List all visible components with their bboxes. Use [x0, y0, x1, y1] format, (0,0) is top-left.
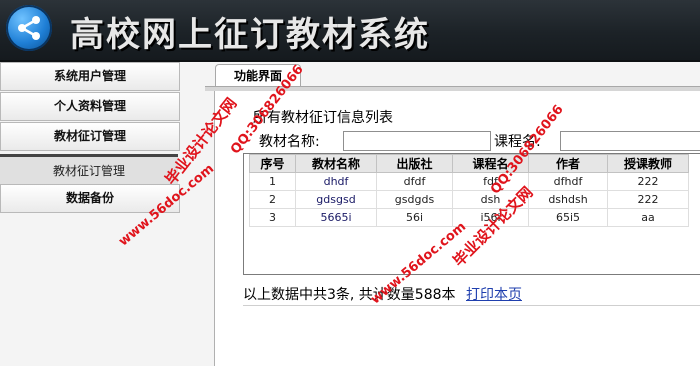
cell-publisher: gsdgds [376, 190, 453, 209]
footer-divider [243, 305, 700, 306]
main-panel: 功能界面 所有教材征订信息列表 教材名称: 课程名: 序号 教材名称 出版社 课… [205, 64, 700, 366]
cell-author: dshdsh [528, 190, 608, 209]
sidebar-item-profile[interactable]: 个人资料管理 [0, 92, 180, 121]
course-name-label: 课程名: [494, 134, 541, 150]
app-title: 高校网上征订教材系统 [70, 15, 430, 55]
table-header-row: 序号 教材名称 出版社 课程名 作者 授课教师 [249, 154, 689, 173]
cell-publisher: dfdf [376, 172, 453, 191]
cell-course: i56i [452, 208, 529, 227]
tab-function[interactable]: 功能界面 [215, 64, 301, 87]
col-header-publisher: 出版社 [376, 154, 453, 173]
cell-book-name: 5665i [295, 208, 377, 227]
cell-teacher: aa [607, 208, 689, 227]
col-header-book-name: 教材名称 [295, 154, 377, 173]
cell-index: 3 [249, 208, 296, 227]
cell-teacher: 222 [607, 190, 689, 209]
cell-teacher: 222 [607, 172, 689, 191]
col-header-teacher: 授课教师 [607, 154, 689, 173]
sidebar-item-data-backup[interactable]: 数据备份 [0, 184, 180, 213]
cell-book-name: gdsgsd [295, 190, 377, 209]
content-panel: 所有教材征订信息列表 教材名称: 课程名: 序号 教材名称 出版社 课程名 作者… [214, 91, 700, 366]
cell-course: fdf [452, 172, 529, 191]
table-row[interactable]: 1 dhdf dfdf fdf dfhdf 222 [249, 172, 689, 191]
col-header-index: 序号 [249, 154, 296, 173]
print-link[interactable]: 打印本页 [466, 287, 522, 303]
book-name-input[interactable] [343, 131, 491, 151]
summary-line: 以上数据中共3条, 共计数量588本 打印本页 [243, 284, 522, 304]
book-name-label: 教材名称: [259, 134, 320, 150]
cell-book-name: dhdf [295, 172, 377, 191]
app-header: 高校网上征订教材系统 [0, 0, 700, 62]
summary-text: 以上数据中共3条, 共计数量588本 [243, 287, 456, 303]
cell-author: dfhdf [528, 172, 608, 191]
cell-index: 1 [249, 172, 296, 191]
table-row[interactable]: 2 gdsgsd gsdgds dsh dshdsh 222 [249, 190, 689, 209]
data-table-container: 序号 教材名称 出版社 课程名 作者 授课教师 1 dhdf dfdf fdf … [243, 153, 700, 275]
cell-author: 65i5 [528, 208, 608, 227]
col-header-author: 作者 [528, 154, 608, 173]
cell-course: dsh [452, 190, 529, 209]
col-header-course: 课程名 [452, 154, 529, 173]
sidebar: 系统用户管理 个人资料管理 教材征订管理 教材征订管理 数据备份 [0, 62, 182, 366]
data-table: 序号 教材名称 出版社 课程名 作者 授课教师 1 dhdf dfdf fdf … [249, 154, 689, 227]
list-title: 所有教材征订信息列表 [253, 110, 393, 126]
course-name-input[interactable] [560, 131, 700, 151]
sidebar-subitem-textbook-orders[interactable]: 教材征订管理 [0, 154, 178, 185]
share-icon [6, 5, 52, 51]
cell-publisher: 56i [376, 208, 453, 227]
table-row[interactable]: 3 5665i 56i i56i 65i5 aa [249, 208, 689, 227]
cell-index: 2 [249, 190, 296, 209]
sidebar-item-textbook-orders[interactable]: 教材征订管理 [0, 122, 180, 151]
sidebar-item-system-users[interactable]: 系统用户管理 [0, 62, 180, 91]
